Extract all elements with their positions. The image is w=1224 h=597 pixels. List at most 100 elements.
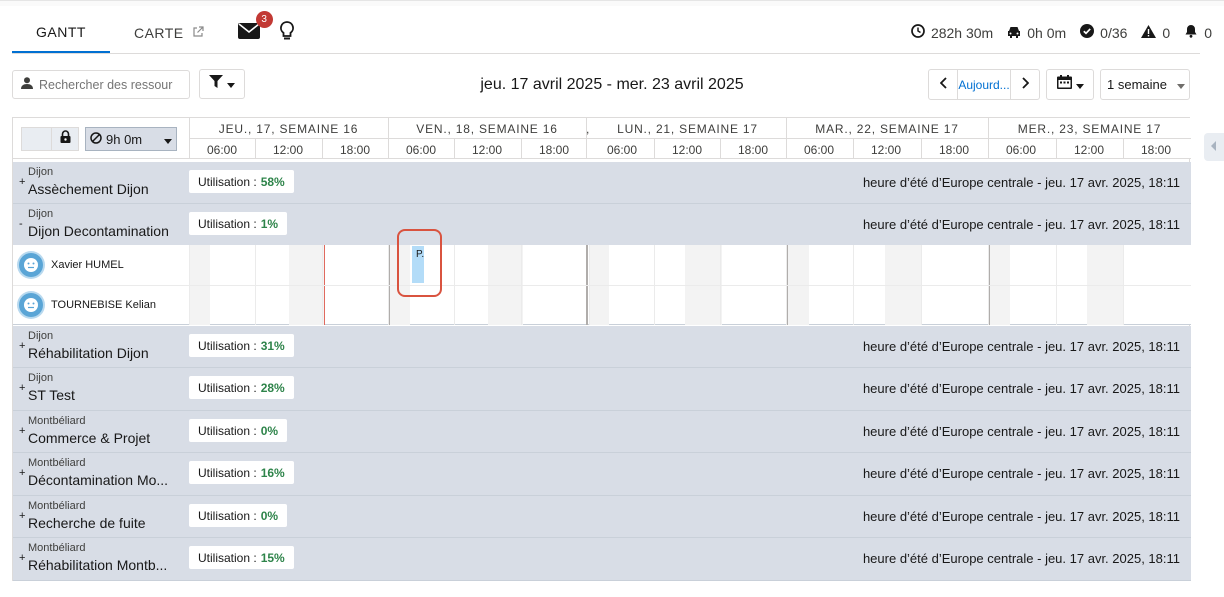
group-parent-label: Dijon [28,372,54,384]
calendar-button[interactable] [1046,69,1094,100]
stat-completed-value: 0/36 [1100,24,1128,41]
group-parent-label: Montbéliard [28,457,86,469]
expand-toggle[interactable]: + [19,552,25,564]
resource-row[interactable]: Xavier HUMEL [13,245,189,285]
utilization-badge: Utilisation :15% [189,546,294,569]
hour-header-label: 18:00 [339,143,371,157]
hour-header-label: 06:00 [803,143,835,157]
tab-carte-label: CARTE [133,25,184,41]
highlight-annotation [397,229,442,297]
next-button[interactable] [1011,70,1039,99]
resource-name: TOURNEBISE Kelian [51,299,156,311]
group-name: ST Test [28,387,75,403]
resource-row[interactable]: TOURNEBISE Kelian [13,285,189,325]
day-header-label: LUN., 21, SEMAINE 17 [617,122,758,136]
hour-header-label: 12:00 [870,143,902,157]
expand-toggle[interactable]: + [19,176,25,188]
lock-button[interactable] [51,127,79,151]
day-header-label: VEN., 18, SEMAINE 16 [416,122,558,136]
utilization-badge: Utilisation :16% [189,461,294,484]
stat-notifications: 0 [1184,24,1212,41]
external-link-icon[interactable] [192,25,204,41]
lightbulb-button[interactable] [270,13,304,53]
grid-line [720,138,721,159]
grid-line [1123,138,1124,159]
group-name: Réhabilitation Montb... [28,557,168,573]
resource-group-row[interactable]: + Montbéliard Recherche de fuite Utilisatio… [13,496,1191,538]
group-name: Réhabilitation Dijon [28,345,149,361]
hour-header-label: 06:00 [405,143,437,157]
warning-icon [1141,24,1157,41]
hour-header-label: 06:00 [1005,143,1037,157]
utilization-badge: Utilisation :58% [189,170,294,193]
timezone-info: heure d’été d’Europe centrale - jeu. 17 … [862,551,1180,566]
stat-total-hours-value: 282h 30m [930,24,994,41]
utilization-value: 15% [260,550,285,565]
utilization-badge: Utilisation :1% [189,212,288,235]
utilization-label: Utilisation : [198,423,257,438]
timezone-info: heure d’été d’Europe centrale - jeu. 17 … [862,466,1180,481]
timezone-info: heure d’été d’Europe centrale - jeu. 17 … [862,339,1180,354]
lightbulb-icon [279,20,294,46]
avatar [19,253,43,277]
tab-gantt[interactable]: GANTT [12,13,110,53]
stat-travel-value: 0h 0m [1027,24,1067,41]
chevron-left-icon [939,76,947,94]
resource-group-row[interactable]: + Montbéliard Commerce & Projet Utilisation… [13,411,1191,453]
utilization-badge: Utilisation :28% [189,376,294,399]
utilization-badge: Utilisation :0% [189,504,288,527]
view-range-select[interactable]: 1 semaine [1100,69,1190,100]
utilization-label: Utilisation : [198,174,257,189]
resource-group-row[interactable]: + Dijon Assèchement Dijon Utilisation :58% h… [13,162,1191,204]
expand-toggle[interactable]: + [19,340,25,352]
utilization-label: Utilisation : [198,380,257,395]
hours-filter-select[interactable]: 9h 0m [85,127,177,151]
expand-toggle[interactable]: - [19,218,23,230]
side-panel-toggle[interactable] [1204,133,1224,161]
select-all-box[interactable] [21,127,51,151]
timezone-info: heure d’été d’Europe centrale - jeu. 17 … [862,509,1180,524]
resource-schedule-area: Xavier HUMEL TOURNEBISE Kelian P. [13,229,1191,325]
hour-header-label: 12:00 [272,143,304,157]
filter-button[interactable] [199,69,245,99]
expand-toggle[interactable]: + [19,382,25,394]
previous-button[interactable] [929,70,957,99]
group-name: Assèchement Dijon [28,181,149,197]
search-input[interactable] [39,77,179,92]
hours-filter-value: 9h 0m [106,131,143,147]
expand-toggle[interactable]: + [19,510,25,522]
hour-header-label: 18:00 [538,143,570,157]
grid-line [322,138,323,159]
utilization-value: 58% [260,174,285,189]
header-divider [189,138,1191,139]
resource-group-row[interactable]: + Montbéliard Décontamination Mo... Utilisa… [13,453,1191,496]
grid-line [521,138,522,159]
date-navigation: Aujourd... [928,69,1040,100]
summary-stats: 282h 30m 0h 0m 0/36 0 0 [911,24,1212,41]
tab-gantt-label: GANTT [36,24,86,40]
day-header-label: JEU., 17, SEMAINE 16 [218,122,359,136]
resource-search[interactable] [12,70,190,99]
resource-group-row[interactable]: - Dijon Dijon Decontamination Utilisation :… [13,204,1191,246]
tab-carte[interactable]: CARTE [110,13,228,53]
expand-toggle[interactable]: + [19,467,25,479]
hour-header-label: 12:00 [1073,143,1105,157]
hour-header-label: 06:00 [606,143,638,157]
hour-header-label: 12:00 [671,143,703,157]
group-name: Décontamination Mo... [28,472,169,488]
expand-toggle[interactable]: + [19,425,25,437]
utilization-label: Utilisation : [198,465,257,480]
stat-travel: 0h 0m [1007,25,1066,41]
timezone-info: heure d’été d’Europe centrale - jeu. 17 … [862,217,1180,232]
grid-line [1056,138,1057,159]
mail-button[interactable]: 3 [228,11,273,53]
today-button[interactable]: Aujourd... [957,70,1011,99]
day-header-label: MAR., 22, SEMAINE 17 [815,122,959,136]
window-top-edge [0,0,1224,6]
gantt-chart: 9h 0m JEU., 17, SEMAINE 16 VEN., 18, SEMA… [12,117,1191,581]
resource-group-row[interactable]: + Montbéliard Réhabilitation Montb... Utili… [13,538,1191,581]
check-circle-icon [1080,24,1095,41]
resource-group-row[interactable]: + Dijon ST Test Utilisation :28% heure d’été… [13,368,1191,411]
resource-group-row[interactable]: + Dijon Réhabilitation Dijon Utilisation :3… [13,326,1191,368]
chevron-left-icon [1211,138,1217,156]
